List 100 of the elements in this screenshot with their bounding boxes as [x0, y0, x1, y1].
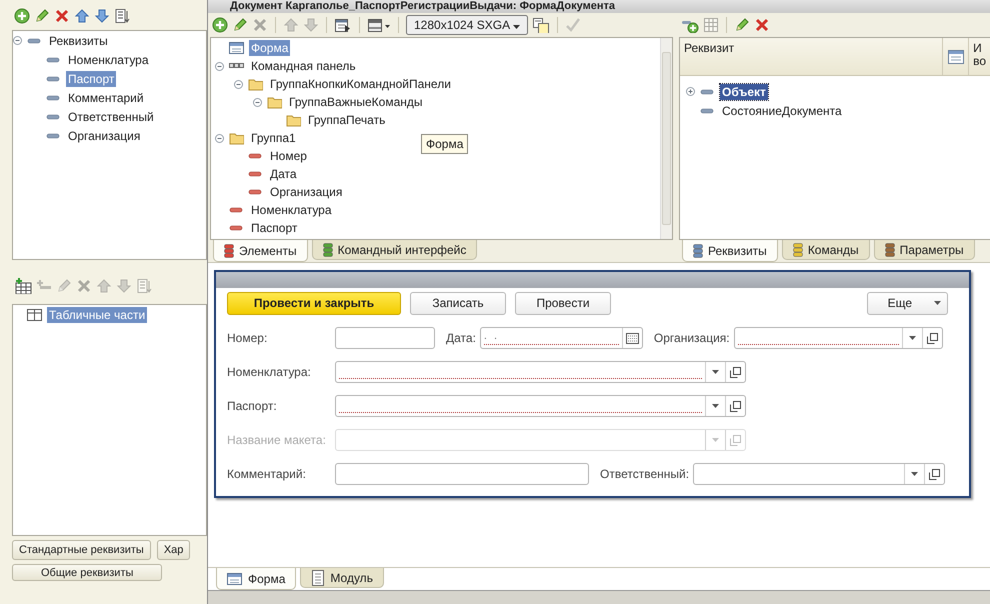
panel-icon[interactable]	[367, 17, 391, 33]
caret-icon	[712, 404, 719, 408]
tree-item[interactable]: ГруппаВажныеКоманды	[287, 94, 425, 110]
date-field[interactable]: . .	[480, 327, 643, 349]
caret-icon	[911, 472, 918, 476]
caret-icon	[908, 336, 916, 340]
caret-icon	[712, 438, 719, 442]
tree-item[interactable]: Номенклатура	[249, 202, 334, 218]
tree-item[interactable]: Объект	[720, 84, 768, 100]
stack-icon	[224, 244, 234, 258]
tree-item[interactable]: Командная панель	[249, 58, 358, 74]
field-label: Комментарий:	[227, 467, 307, 481]
button[interactable]: Провести и закрыть	[227, 292, 401, 314]
button[interactable]: Хар	[156, 540, 190, 560]
table-plus-icon[interactable]	[14, 278, 32, 294]
expander-icon[interactable]	[686, 87, 695, 96]
table-icon	[27, 308, 42, 322]
field-label: Название макета:	[227, 433, 327, 447]
stack-icon	[884, 242, 895, 256]
dropdown-field[interactable]	[693, 463, 946, 485]
tree-item[interactable]: ГруппаКнопкиКоманднойПанели	[268, 76, 453, 92]
field-label: Ответственный:	[600, 467, 690, 481]
form-icon	[229, 41, 244, 55]
squares-icon	[730, 400, 741, 412]
field-label: Номенклатура:	[227, 365, 312, 379]
tree-item[interactable]: Паспорт	[249, 220, 300, 236]
window-icon	[948, 50, 964, 64]
folder-icon	[267, 95, 282, 109]
form-arrow-icon[interactable]	[334, 17, 352, 33]
tree-item[interactable]: Номенклатура	[66, 52, 151, 68]
tab[interactable]: Модуль	[300, 568, 384, 588]
tree-item[interactable]: ГруппаПечать	[306, 112, 388, 128]
tooltip: Форма	[421, 134, 468, 154]
folder-icon	[248, 77, 263, 91]
tree-item[interactable]: Реквизиты	[47, 32, 110, 48]
resolution-dropdown[interactable]: 1280x1024 SXGA	[406, 15, 528, 35]
dropdown-field[interactable]	[335, 395, 746, 417]
field-label: Номер:	[227, 331, 268, 345]
caret-icon	[712, 370, 719, 374]
dropdown-field[interactable]	[335, 361, 746, 383]
folder-icon	[229, 131, 244, 145]
list-icon[interactable]	[114, 8, 130, 24]
stack-icon	[792, 242, 803, 256]
down-arrow-icon[interactable]	[94, 8, 110, 24]
pencil-icon[interactable]	[734, 17, 750, 33]
button[interactable]: Записать	[410, 292, 506, 314]
window-title: Документ Каргаполье_ПаспортРегистрацииВыдачи: ФормаДокумента	[208, 0, 990, 13]
field-label: Дата:	[446, 331, 476, 345]
up-arrow-icon[interactable]	[74, 8, 90, 24]
tab[interactable]: Реквизиты	[682, 240, 778, 262]
form-icon	[227, 572, 243, 586]
delete-icon[interactable]	[54, 8, 70, 24]
plus-icon[interactable]	[212, 17, 228, 33]
tab[interactable]: Параметры	[874, 240, 975, 260]
delete-icon[interactable]	[754, 17, 770, 33]
pencil-icon[interactable]	[232, 17, 248, 33]
squares-icon	[929, 468, 940, 480]
expander-icon[interactable]	[215, 134, 224, 142]
tree-item[interactable]: Организация	[66, 128, 142, 144]
column-header[interactable]: Реквизит	[680, 38, 944, 75]
tab[interactable]: Форма	[216, 568, 296, 590]
button[interactable]: Стандартные реквизиты	[12, 540, 151, 560]
tree-item[interactable]: Дата	[268, 166, 299, 182]
column-header[interactable]: И во	[969, 38, 990, 75]
tab[interactable]: Команды	[782, 240, 870, 260]
caret-icon	[512, 25, 520, 29]
stack-icon	[322, 242, 333, 256]
stack-icon	[693, 244, 703, 258]
expander-icon[interactable]	[215, 62, 224, 70]
expander-icon[interactable]	[253, 98, 262, 106]
squares-icon	[926, 332, 938, 344]
tree-item[interactable]: Номер	[268, 148, 309, 164]
expander-icon[interactable]	[13, 36, 22, 45]
tree-item[interactable]: Организация	[268, 184, 344, 200]
scrollbar[interactable]	[660, 38, 672, 239]
squares-icon	[730, 366, 741, 378]
tab[interactable]: Командный интерфейс	[312, 240, 478, 260]
tab[interactable]: Элементы	[213, 240, 308, 262]
dropdown-field[interactable]	[734, 327, 943, 349]
pencil-icon[interactable]	[34, 8, 50, 24]
button[interactable]: Общие реквизиты	[12, 564, 162, 581]
text-field[interactable]	[335, 327, 435, 349]
tree-item[interactable]: Ответственный	[66, 108, 156, 124]
calendar-button[interactable]	[622, 328, 642, 348]
squares-icon	[730, 434, 741, 446]
tree-item[interactable]: СостояниеДокумента	[720, 102, 844, 118]
document-icon	[311, 570, 326, 586]
expander-icon[interactable]	[234, 80, 243, 88]
button[interactable]: Провести	[515, 292, 611, 314]
folder-icon	[286, 113, 301, 127]
field-label: Организация:	[654, 331, 730, 345]
more-button[interactable]: Еще	[866, 292, 948, 314]
tree-item[interactable]: Комментарий	[66, 90, 146, 106]
text-field[interactable]	[335, 463, 589, 485]
calendar-icon	[626, 332, 639, 344]
caret-icon	[934, 301, 941, 305]
tree-item[interactable]: Группа1	[249, 130, 298, 146]
field-label: Паспорт:	[227, 399, 278, 413]
plus-icon[interactable]	[14, 8, 30, 24]
windows-icon[interactable]	[532, 17, 550, 33]
